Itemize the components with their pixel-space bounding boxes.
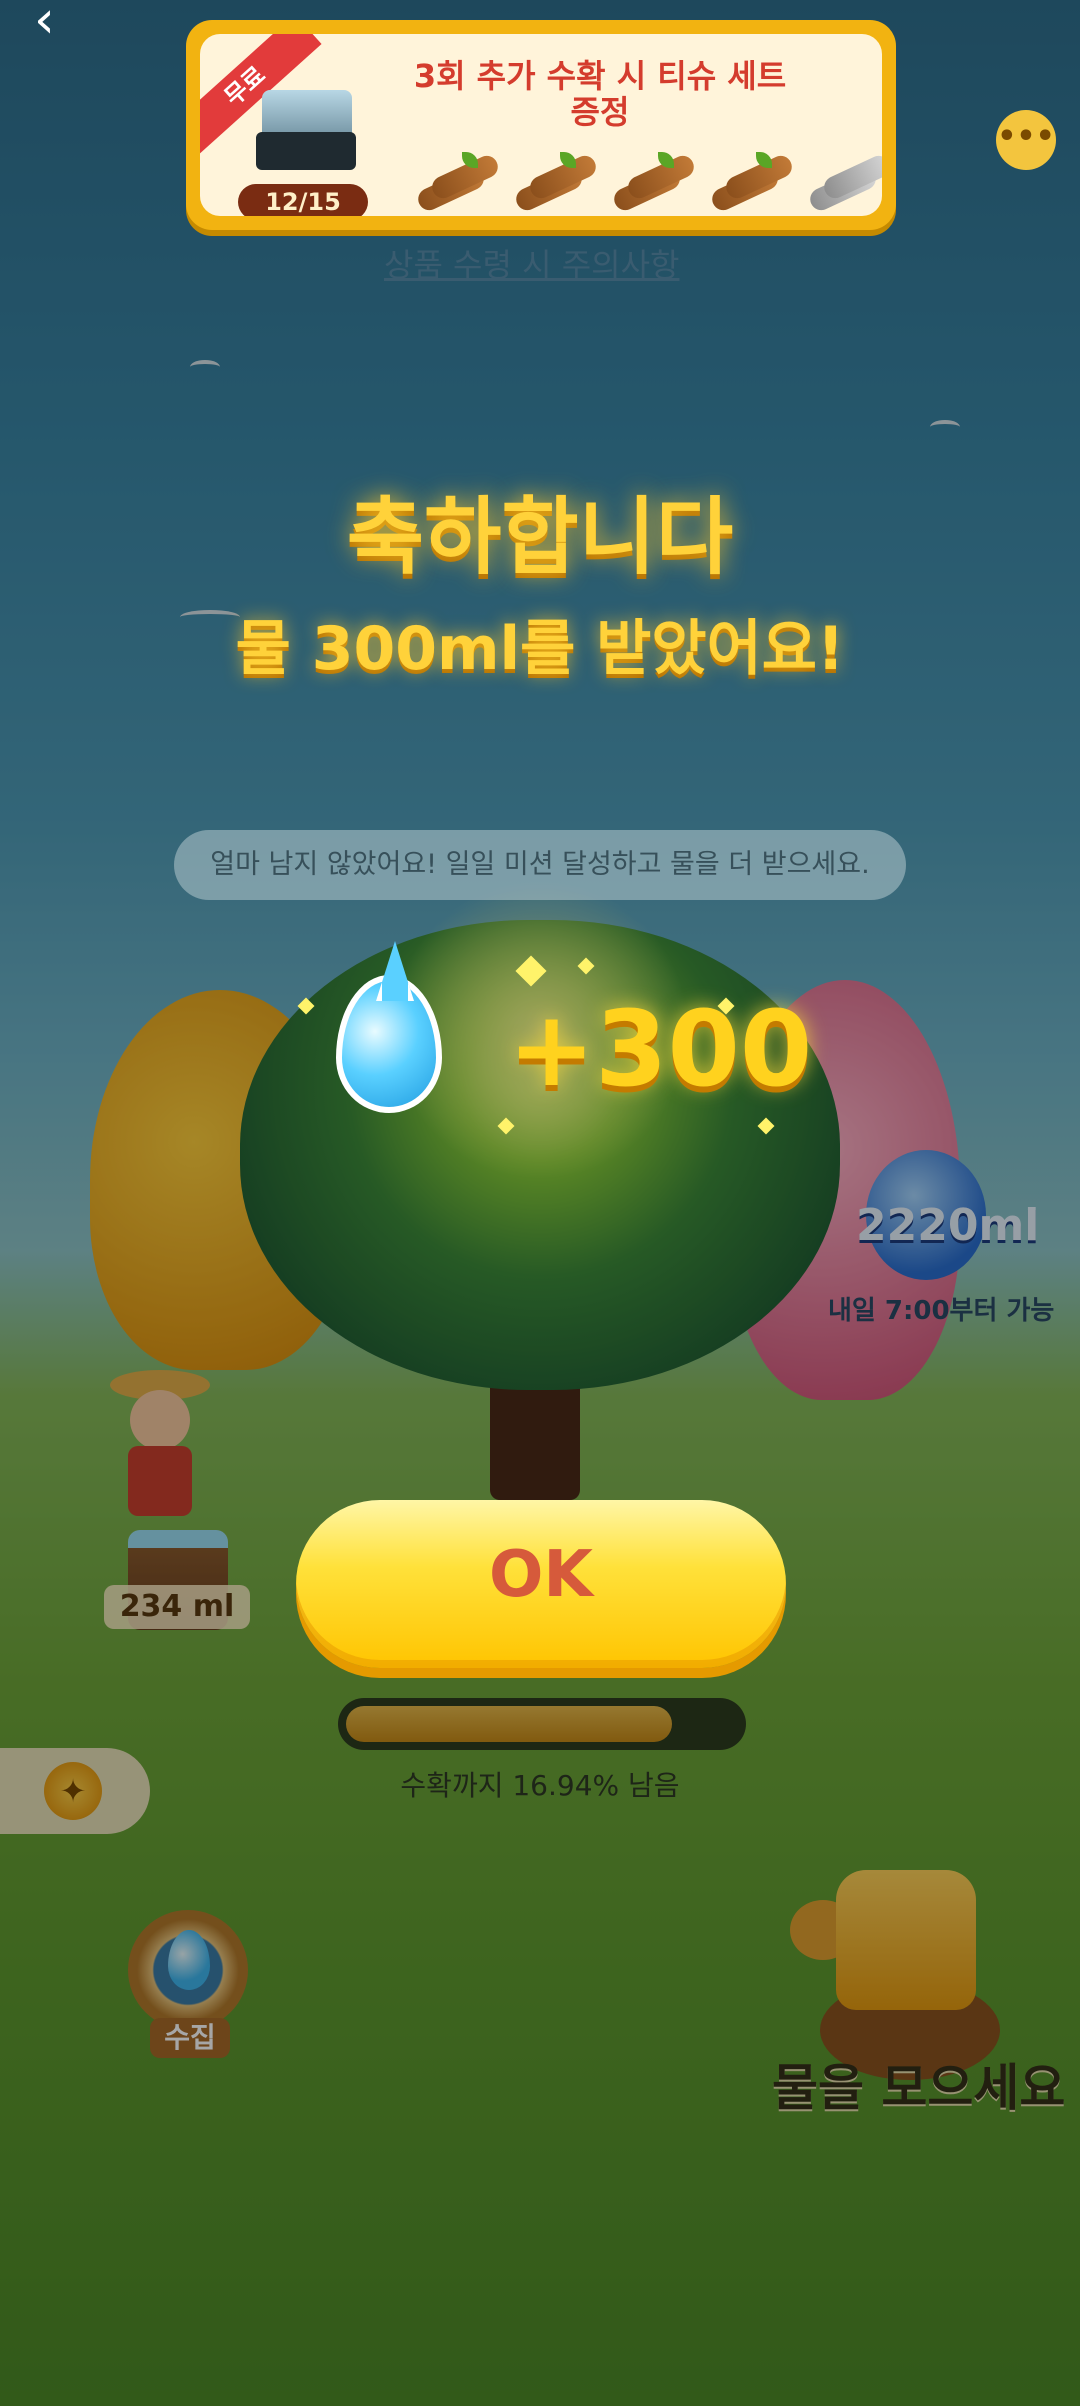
log-icon-locked xyxy=(802,152,882,214)
modal-overlay[interactable] xyxy=(0,0,1080,2406)
popup-title: 축하합니다 xyxy=(346,488,734,586)
tissue-set-image xyxy=(256,90,356,170)
notice-link[interactable]: 상품 수령 시 주의사항 xyxy=(384,240,679,286)
reward-amount: +300 xyxy=(508,988,813,1110)
banner-progress: 12/15 xyxy=(238,184,368,216)
ok-button[interactable]: OK xyxy=(296,1500,786,1668)
back-arrow-icon[interactable]: ‹ xyxy=(34,0,74,46)
log-icon xyxy=(606,152,698,214)
log-icon xyxy=(410,152,502,214)
log-icon xyxy=(704,152,796,214)
mission-banner[interactable]: 얼마 남지 않았어요! 일일 미션 달성하고 물을 더 받으세요. xyxy=(174,830,906,900)
banner-title: 3회 추가 수확 시 티슈 세트 증정 xyxy=(413,57,787,131)
more-icon[interactable]: ••• xyxy=(996,110,1056,170)
log-progress xyxy=(410,152,882,216)
reward-banner[interactable]: 무료 12/15 3회 추가 수확 시 티슈 세트 증정 xyxy=(186,20,896,230)
popup-message: 물 300ml를 받았어요! xyxy=(235,614,845,684)
log-icon xyxy=(508,152,600,214)
